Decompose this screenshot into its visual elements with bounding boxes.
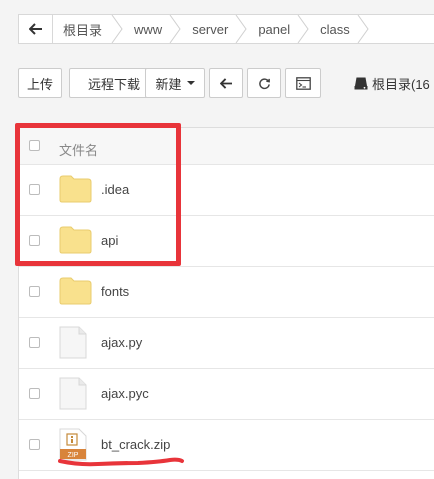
file-row[interactable]: ajax.pyc <box>19 369 434 420</box>
back-button-toolbar[interactable] <box>209 68 243 98</box>
breadcrumb-item-server[interactable]: server <box>174 15 247 43</box>
breadcrumb-label: class <box>320 21 350 37</box>
breadcrumb-item-panel[interactable]: panel <box>240 15 309 43</box>
back-button[interactable] <box>19 15 53 43</box>
file-icon <box>59 326 87 359</box>
toolbar: 上传 远程下载 新建 根目录(16 <box>18 68 434 98</box>
file-icon <box>59 377 87 410</box>
new-label: 新建 <box>155 76 182 92</box>
breadcrumb-separator <box>357 15 369 43</box>
file-name[interactable]: ajax.py <box>101 335 142 350</box>
new-dropdown-button[interactable]: 新建 <box>145 68 205 98</box>
refresh-button[interactable] <box>247 68 281 98</box>
file-row[interactable]: ajax.py <box>19 318 434 369</box>
refresh-icon <box>258 77 270 89</box>
breadcrumb-item-class[interactable]: class <box>302 15 369 43</box>
file-name[interactable]: bt_crack.zip <box>101 437 170 452</box>
terminal-button[interactable] <box>285 68 321 98</box>
row-checkbox[interactable] <box>29 388 40 399</box>
folder-icon <box>59 277 92 305</box>
file-row[interactable]: fonts <box>19 267 434 318</box>
caret-down-icon <box>186 81 195 85</box>
disk-usage-label: 根目录(16 <box>354 74 430 93</box>
upload-label: 上传 <box>26 76 53 92</box>
breadcrumb-label: panel <box>258 21 291 37</box>
arrow-left-icon <box>219 77 232 89</box>
disk-label-text: 根目录(16 <box>372 77 430 92</box>
upload-button[interactable]: 上传 <box>18 68 62 98</box>
breadcrumb-item-root[interactable]: 根目录 <box>53 15 123 43</box>
hard-drive-icon <box>354 77 368 90</box>
annotation-underline <box>58 457 184 467</box>
breadcrumb-label: www <box>134 21 163 37</box>
breadcrumb-label: 根目录 <box>63 22 103 38</box>
breadcrumb-label: server <box>192 21 229 37</box>
file-manager: 根目录 www server panel class 上传 远程下载 新建 根目… <box>0 0 434 479</box>
file-name[interactable]: ajax.pyc <box>101 386 149 401</box>
file-name[interactable]: fonts <box>101 284 129 299</box>
arrow-left-icon <box>28 23 42 35</box>
terminal-icon <box>295 76 311 90</box>
breadcrumb: 根目录 www server panel class <box>18 14 434 44</box>
row-checkbox[interactable] <box>29 337 40 348</box>
breadcrumb-item-www[interactable]: www <box>116 15 181 43</box>
row-checkbox[interactable] <box>29 439 40 450</box>
annotation-highlight-box <box>15 123 181 266</box>
remote-download-label: 远程下载 <box>87 76 140 92</box>
row-checkbox[interactable] <box>29 286 40 297</box>
